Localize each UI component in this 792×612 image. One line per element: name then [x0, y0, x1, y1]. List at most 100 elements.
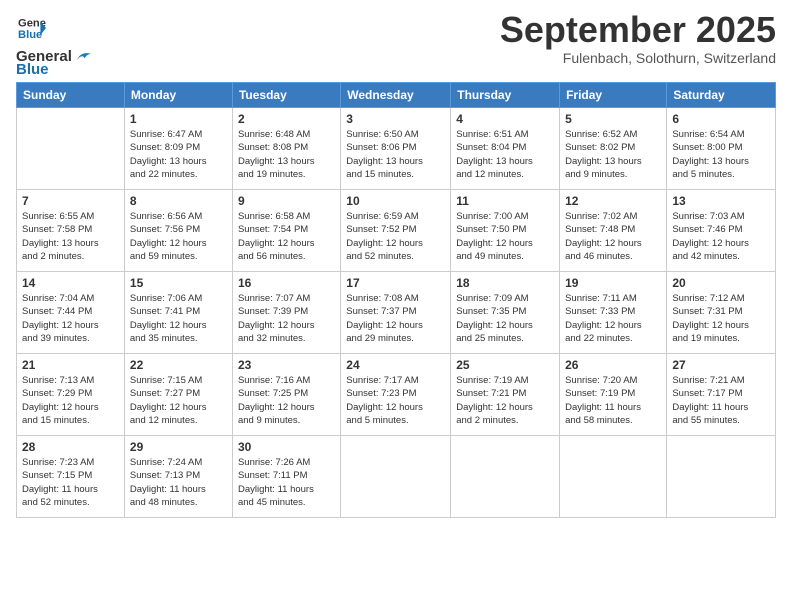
calendar-header-saturday: Saturday [667, 83, 776, 108]
calendar-cell: 10 Sunrise: 6:59 AMSunset: 7:52 PMDayligh… [341, 190, 451, 272]
day-info: Sunrise: 7:19 AMSunset: 7:21 PMDaylight:… [456, 374, 554, 427]
day-number: 4 [456, 112, 554, 126]
day-info: Sunrise: 7:07 AMSunset: 7:39 PMDaylight:… [238, 292, 335, 345]
day-number: 16 [238, 276, 335, 290]
day-number: 27 [672, 358, 770, 372]
day-info: Sunrise: 6:52 AMSunset: 8:02 PMDaylight:… [565, 128, 661, 181]
day-number: 11 [456, 194, 554, 208]
calendar-cell: 28Sunrise: 7:23 AMSunset: 7:15 PMDayligh… [17, 436, 125, 518]
calendar-header-row: SundayMondayTuesdayWednesdayThursdayFrid… [17, 83, 776, 108]
day-info: Sunrise: 6:58 AMSunset: 7:54 PMDaylight:… [238, 210, 335, 263]
calendar-header-monday: Monday [124, 83, 232, 108]
month-title: September 2025 [500, 10, 776, 50]
calendar-cell: 21Sunrise: 7:13 AMSunset: 7:29 PMDayligh… [17, 354, 125, 436]
day-info: Sunrise: 6:55 AMSunset: 7:58 PMDaylight:… [22, 210, 119, 263]
calendar-cell: 22 Sunrise: 7:15 AMSunset: 7:27 PMDayligh… [124, 354, 232, 436]
day-number: 2 [238, 112, 335, 126]
calendar-cell: 2 Sunrise: 6:48 AMSunset: 8:08 PMDaylight… [232, 108, 340, 190]
calendar-week-row: 14 Sunrise: 7:04 AMSunset: 7:44 PMDayligh… [17, 272, 776, 354]
day-number: 14 [22, 276, 119, 290]
day-info: Sunrise: 6:48 AMSunset: 8:08 PMDaylight:… [238, 128, 335, 181]
day-info: Sunrise: 7:13 AMSunset: 7:29 PMDaylight:… [22, 374, 119, 427]
day-info: Sunrise: 6:54 AMSunset: 8:00 PMDaylight:… [672, 128, 770, 181]
calendar-header-thursday: Thursday [451, 83, 560, 108]
day-number: 22 [130, 358, 227, 372]
calendar-header-tuesday: Tuesday [232, 83, 340, 108]
day-info: Sunrise: 7:00 AMSunset: 7:50 PMDaylight:… [456, 210, 554, 263]
calendar-cell: 3 Sunrise: 6:50 AMSunset: 8:06 PMDaylight… [341, 108, 451, 190]
calendar-header-friday: Friday [560, 83, 667, 108]
calendar-cell: 13Sunrise: 7:03 AMSunset: 7:46 PMDayligh… [667, 190, 776, 272]
logo-icon: General Blue [18, 14, 46, 42]
calendar-cell: 27 Sunrise: 7:21 AMSunset: 7:17 PMDayligh… [667, 354, 776, 436]
day-info: Sunrise: 7:02 AMSunset: 7:48 PMDaylight:… [565, 210, 661, 263]
calendar-week-row: 1 Sunrise: 6:47 AMSunset: 8:09 PMDaylight… [17, 108, 776, 190]
day-info: Sunrise: 6:59 AMSunset: 7:52 PMDaylight:… [346, 210, 445, 263]
calendar-cell: 14 Sunrise: 7:04 AMSunset: 7:44 PMDayligh… [17, 272, 125, 354]
day-number: 9 [238, 194, 335, 208]
day-info: Sunrise: 6:50 AMSunset: 8:06 PMDaylight:… [346, 128, 445, 181]
day-number: 6 [672, 112, 770, 126]
calendar-cell: 16 Sunrise: 7:07 AMSunset: 7:39 PMDayligh… [232, 272, 340, 354]
title-block: September 2025 Fulenbach, Solothurn, Swi… [500, 10, 776, 66]
logo-bird-icon [74, 47, 92, 65]
logo: General Blue General Blue [16, 14, 92, 78]
calendar-cell: 1 Sunrise: 6:47 AMSunset: 8:09 PMDaylight… [124, 108, 232, 190]
calendar-week-row: 7Sunrise: 6:55 AMSunset: 7:58 PMDaylight… [17, 190, 776, 272]
day-number: 3 [346, 112, 445, 126]
calendar-table: SundayMondayTuesdayWednesdayThursdayFrid… [16, 82, 776, 518]
calendar-cell: 30Sunrise: 7:26 AMSunset: 7:11 PMDayligh… [232, 436, 340, 518]
calendar-cell: 29Sunrise: 7:24 AMSunset: 7:13 PMDayligh… [124, 436, 232, 518]
calendar-header-sunday: Sunday [17, 83, 125, 108]
calendar-cell: 7Sunrise: 6:55 AMSunset: 7:58 PMDaylight… [17, 190, 125, 272]
day-info: Sunrise: 7:20 AMSunset: 7:19 PMDaylight:… [565, 374, 661, 427]
day-number: 25 [456, 358, 554, 372]
day-info: Sunrise: 6:47 AMSunset: 8:09 PMDaylight:… [130, 128, 227, 181]
day-number: 5 [565, 112, 661, 126]
day-number: 15 [130, 276, 227, 290]
location: Fulenbach, Solothurn, Switzerland [500, 50, 776, 66]
calendar-cell [560, 436, 667, 518]
day-info: Sunrise: 6:51 AMSunset: 8:04 PMDaylight:… [456, 128, 554, 181]
day-info: Sunrise: 7:15 AMSunset: 7:27 PMDaylight:… [130, 374, 227, 427]
calendar-cell [667, 436, 776, 518]
calendar-cell [451, 436, 560, 518]
calendar-cell: 8Sunrise: 6:56 AMSunset: 7:56 PMDaylight… [124, 190, 232, 272]
calendar-week-row: 28Sunrise: 7:23 AMSunset: 7:15 PMDayligh… [17, 436, 776, 518]
calendar-cell: 9 Sunrise: 6:58 AMSunset: 7:54 PMDaylight… [232, 190, 340, 272]
calendar-cell: 4 Sunrise: 6:51 AMSunset: 8:04 PMDaylight… [451, 108, 560, 190]
day-info: Sunrise: 7:04 AMSunset: 7:44 PMDaylight:… [22, 292, 119, 345]
day-info: Sunrise: 6:56 AMSunset: 7:56 PMDaylight:… [130, 210, 227, 263]
day-number: 19 [565, 276, 661, 290]
calendar-cell: 5 Sunrise: 6:52 AMSunset: 8:02 PMDaylight… [560, 108, 667, 190]
day-number: 12 [565, 194, 661, 208]
day-info: Sunrise: 7:06 AMSunset: 7:41 PMDaylight:… [130, 292, 227, 345]
day-number: 1 [130, 112, 227, 126]
day-info: Sunrise: 7:09 AMSunset: 7:35 PMDaylight:… [456, 292, 554, 345]
day-number: 20 [672, 276, 770, 290]
day-number: 18 [456, 276, 554, 290]
calendar-cell: 6 Sunrise: 6:54 AMSunset: 8:00 PMDaylight… [667, 108, 776, 190]
day-number: 10 [346, 194, 445, 208]
day-info: Sunrise: 7:26 AMSunset: 7:11 PMDaylight:… [238, 456, 335, 509]
day-number: 26 [565, 358, 661, 372]
calendar-cell [341, 436, 451, 518]
day-info: Sunrise: 7:11 AMSunset: 7:33 PMDaylight:… [565, 292, 661, 345]
page-container: General Blue General Blue September 2025… [0, 0, 792, 528]
day-info: Sunrise: 7:21 AMSunset: 7:17 PMDaylight:… [672, 374, 770, 427]
header: General Blue General Blue September 2025… [16, 10, 776, 78]
day-info: Sunrise: 7:08 AMSunset: 7:37 PMDaylight:… [346, 292, 445, 345]
day-info: Sunrise: 7:23 AMSunset: 7:15 PMDaylight:… [22, 456, 119, 509]
calendar-cell: 12 Sunrise: 7:02 AMSunset: 7:48 PMDayligh… [560, 190, 667, 272]
day-number: 17 [346, 276, 445, 290]
calendar-cell: 11 Sunrise: 7:00 AMSunset: 7:50 PMDayligh… [451, 190, 560, 272]
day-info: Sunrise: 7:17 AMSunset: 7:23 PMDaylight:… [346, 374, 445, 427]
calendar-cell: 24 Sunrise: 7:17 AMSunset: 7:23 PMDayligh… [341, 354, 451, 436]
calendar-cell: 25 Sunrise: 7:19 AMSunset: 7:21 PMDayligh… [451, 354, 560, 436]
calendar-cell: 19 Sunrise: 7:11 AMSunset: 7:33 PMDayligh… [560, 272, 667, 354]
calendar-cell: 15 Sunrise: 7:06 AMSunset: 7:41 PMDayligh… [124, 272, 232, 354]
day-info: Sunrise: 7:03 AMSunset: 7:46 PMDaylight:… [672, 210, 770, 263]
calendar-cell: 23Sunrise: 7:16 AMSunset: 7:25 PMDayligh… [232, 354, 340, 436]
day-number: 23 [238, 358, 335, 372]
day-number: 24 [346, 358, 445, 372]
